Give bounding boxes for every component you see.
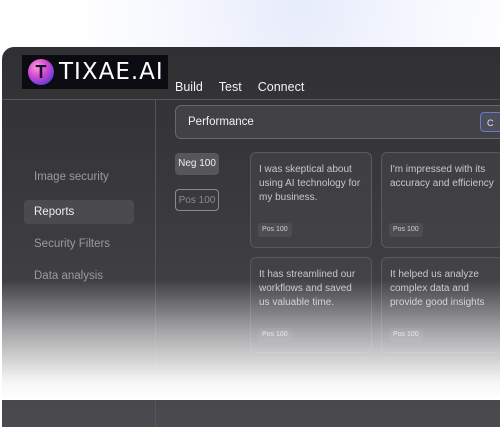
- search-button[interactable]: C: [480, 112, 500, 132]
- sidebar-item-label: Image security: [34, 171, 109, 183]
- sidebar: Image security Reports Security Filters …: [2, 100, 156, 427]
- logo-text: TIXAE.AI: [59, 59, 164, 85]
- logo-icon: T: [28, 59, 54, 85]
- brand-logo[interactable]: T TIXAE.AI: [22, 55, 168, 89]
- sidebar-item-label: Reports: [34, 206, 75, 218]
- tab-bar: Build Test Connect: [175, 80, 304, 94]
- review-text: It has streamlined our workflows and sav…: [259, 269, 356, 308]
- review-text: It helped us analyze complex data and pr…: [390, 269, 485, 308]
- filter-pos-chip[interactable]: Pos 100: [175, 189, 219, 211]
- sidebar-item-security-filters[interactable]: Security Filters: [24, 232, 134, 256]
- review-card[interactable]: I was skeptical about using AI technolog…: [250, 152, 372, 248]
- filter-neg-chip[interactable]: Neg 100: [175, 153, 219, 175]
- sidebar-item-label: Data analysis: [34, 270, 104, 282]
- sentiment-badge: Pos 100: [389, 328, 423, 342]
- review-card[interactable]: It helped us analyze complex data and pr…: [381, 257, 500, 353]
- review-text: I'm impressed with its accuracy and effi…: [390, 164, 494, 189]
- sentiment-badge: Pos 100: [258, 328, 292, 342]
- tab-build[interactable]: Build: [175, 80, 203, 94]
- sidebar-item-data-analysis[interactable]: Data analysis: [24, 264, 134, 288]
- search-value: Performance: [188, 116, 254, 128]
- sentiment-badge: Pos 100: [389, 223, 423, 237]
- review-card[interactable]: It has streamlined our workflows and sav…: [250, 257, 372, 353]
- sidebar-item-image-security[interactable]: Image security: [24, 165, 134, 189]
- review-card[interactable]: I'm impressed with its accuracy and effi…: [381, 152, 500, 248]
- search-input[interactable]: Performance C: [175, 105, 500, 139]
- tab-connect[interactable]: Connect: [258, 80, 305, 94]
- review-text: I was skeptical about using AI technolog…: [259, 164, 361, 203]
- sidebar-item-label: Security Filters: [34, 238, 111, 250]
- sidebar-item-reports[interactable]: Reports: [24, 200, 134, 224]
- sentiment-badge: Pos 100: [258, 223, 292, 237]
- tab-test[interactable]: Test: [219, 80, 242, 94]
